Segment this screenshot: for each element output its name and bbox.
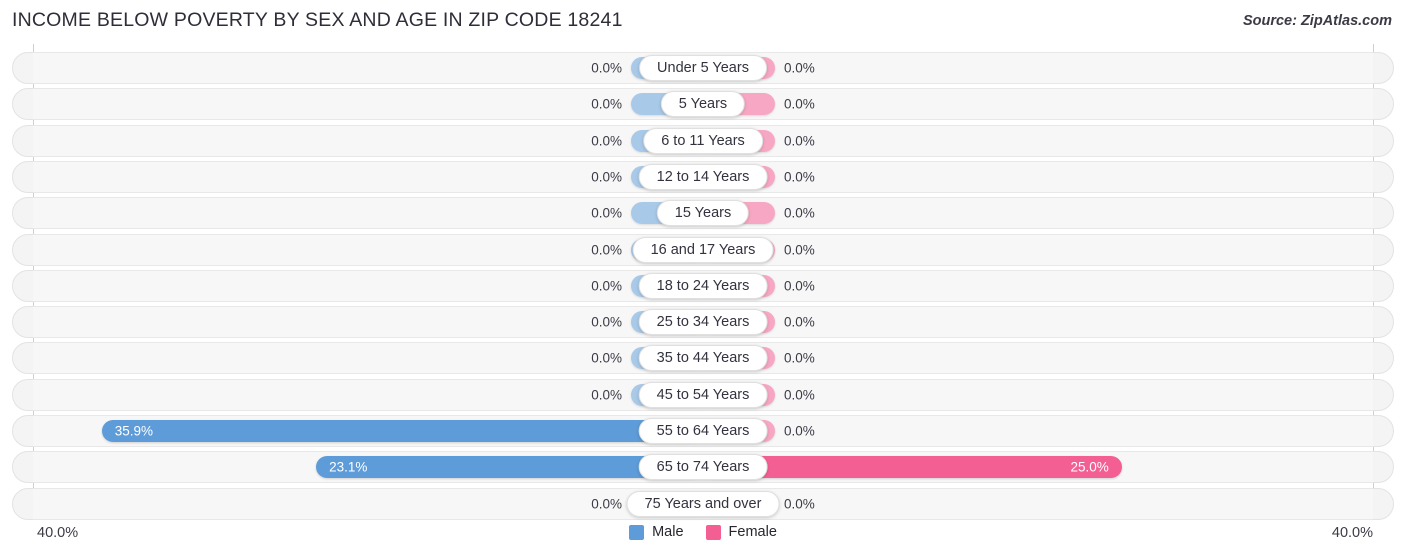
- table-row[interactable]: 35.9% 0.0% 55 to 64 Years: [12, 415, 1394, 447]
- table-row[interactable]: 23.1% 25.0% 65 to 74 Years: [12, 451, 1394, 484]
- bar-value-male: 0.0%: [591, 387, 622, 403]
- bar-value-male: 0.0%: [591, 60, 622, 76]
- table-row[interactable]: 0.0% 0.0% 15 Years: [12, 197, 1394, 230]
- table-row[interactable]: 0.0% 0.0% Under 5 Years: [12, 52, 1394, 84]
- table-row[interactable]: 0.0% 0.0% 12 to 14 Years: [12, 160, 1394, 193]
- category-label[interactable]: 25 to 34 Years: [638, 309, 768, 336]
- category-label[interactable]: 18 to 24 Years: [638, 272, 768, 299]
- chart-footer: 40.0% 40.0% Male Female: [0, 518, 1406, 559]
- table-row[interactable]: 0.0% 0.0% 35 to 44 Years: [12, 342, 1394, 375]
- bar-value-male: 0.0%: [591, 350, 622, 366]
- table-row[interactable]: 0.0% 0.0% 6 to 11 Years: [12, 124, 1394, 157]
- bar-value-female: 0.0%: [784, 423, 815, 439]
- category-label[interactable]: 45 to 54 Years: [638, 381, 768, 408]
- bar-value-male: 0.0%: [591, 278, 622, 294]
- category-label[interactable]: 55 to 64 Years: [638, 418, 768, 444]
- bar-male[interactable]: 35.9%: [101, 420, 703, 442]
- table-row[interactable]: 0.0% 0.0% 18 to 24 Years: [12, 269, 1394, 302]
- source-attribution: Source: ZipAtlas.com: [1242, 13, 1392, 29]
- legend-label-female: Female: [728, 524, 777, 540]
- bar-value-female: 0.0%: [784, 96, 815, 112]
- category-label[interactable]: 5 Years: [660, 91, 746, 118]
- bar-value-female: 0.0%: [784, 314, 815, 330]
- bar-value-male: 0.0%: [591, 314, 622, 330]
- bar-value-male: 0.0%: [591, 496, 622, 512]
- category-label[interactable]: 75 Years and over: [626, 490, 780, 517]
- bar-value-male: 23.1%: [329, 459, 368, 475]
- category-label[interactable]: 65 to 74 Years: [638, 454, 768, 481]
- legend-label-male: Male: [652, 524, 684, 540]
- table-row[interactable]: 0.0% 0.0% 25 to 34 Years: [12, 306, 1394, 339]
- bar-value-female: 0.0%: [784, 496, 815, 512]
- bar-value-female: 0.0%: [784, 242, 815, 257]
- chart-page: INCOME BELOW POVERTY BY SEX AND AGE IN Z…: [0, 0, 1406, 559]
- bar-value-female: 0.0%: [784, 169, 815, 185]
- bar-value-female: 0.0%: [784, 133, 815, 149]
- bar-value-female: 0.0%: [784, 387, 815, 403]
- chart-header: INCOME BELOW POVERTY BY SEX AND AGE IN Z…: [0, 0, 1406, 40]
- page-title: INCOME BELOW POVERTY BY SEX AND AGE IN Z…: [12, 9, 623, 31]
- bar-value-female: 0.0%: [784, 205, 815, 221]
- bar-value-female: 0.0%: [784, 278, 815, 294]
- bar-value-male: 0.0%: [591, 169, 622, 185]
- bar-value-male: 0.0%: [591, 96, 622, 112]
- legend-swatch-female-icon: [705, 524, 721, 540]
- bar-value-female: 0.0%: [784, 350, 815, 366]
- table-row[interactable]: 0.0% 0.0% 5 Years: [12, 88, 1394, 121]
- category-label[interactable]: 12 to 14 Years: [638, 163, 768, 190]
- bar-value-male: 35.9%: [114, 423, 153, 439]
- chart-plot-area: 0.0% 0.0% Under 5 Years 0.0% 0.0% 5 Years 0.0%…: [0, 44, 1406, 520]
- table-row[interactable]: 0.0% 0.0% 75 Years and over: [12, 487, 1394, 520]
- category-label[interactable]: 6 to 11 Years: [643, 127, 763, 154]
- bar-value-female: 25.0%: [1070, 459, 1109, 475]
- bar-value-male: 0.0%: [591, 242, 622, 257]
- category-label[interactable]: 16 and 17 Years: [632, 236, 774, 263]
- bar-value-male: 0.0%: [591, 133, 622, 149]
- legend-swatch-male-icon: [629, 524, 645, 540]
- category-label[interactable]: 35 to 44 Years: [638, 345, 768, 372]
- category-label[interactable]: Under 5 Years: [639, 55, 767, 81]
- legend-item-female[interactable]: Female: [705, 524, 777, 540]
- table-row[interactable]: 0.0% 0.0% 16 and 17 Years: [12, 233, 1394, 266]
- chart-legend: Male Female: [0, 524, 1406, 540]
- table-row[interactable]: 0.0% 0.0% 45 to 54 Years: [12, 378, 1394, 411]
- legend-item-male[interactable]: Male: [629, 524, 684, 540]
- bar-value-female: 0.0%: [784, 60, 815, 76]
- bar-value-male: 0.0%: [591, 205, 622, 221]
- category-label[interactable]: 15 Years: [656, 200, 750, 227]
